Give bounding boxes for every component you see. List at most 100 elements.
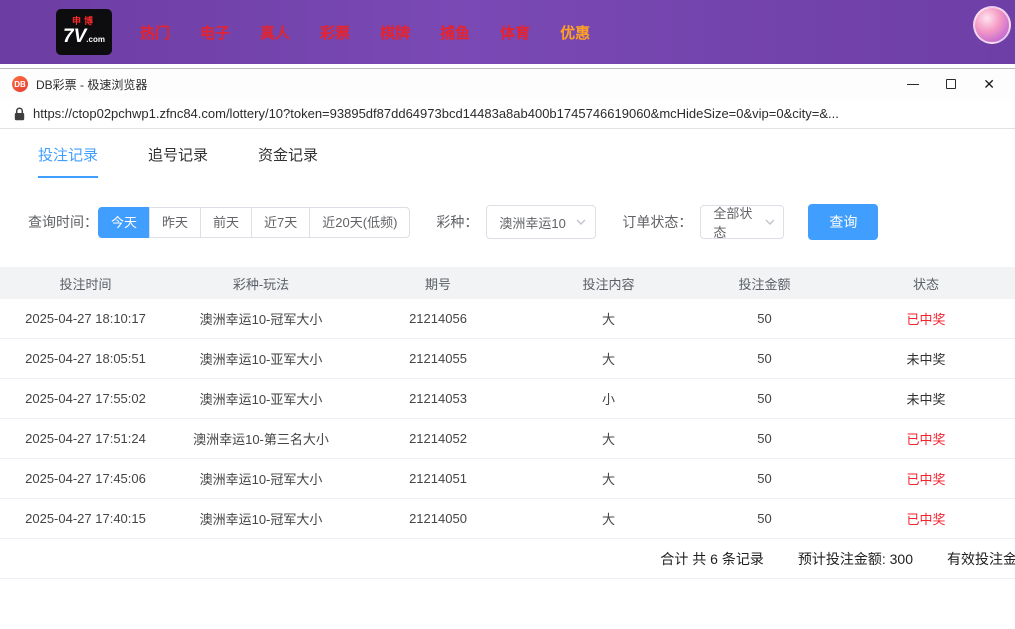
cell-amount: 50 xyxy=(757,431,772,446)
nav-item-board[interactable]: 棋牌 xyxy=(380,22,410,43)
col-header-time: 投注时间 xyxy=(59,276,112,292)
status-badge: 未中奖 xyxy=(906,352,946,367)
cell-game: 澳洲幸运10-亚军大小 xyxy=(199,392,323,407)
tab-bet-records[interactable]: 投注记录 xyxy=(38,144,99,178)
chevron-down-icon xyxy=(576,219,586,225)
order-status-label: 订单状态： xyxy=(622,214,693,230)
browser-window: DB DB彩票 - 极速浏览器 ✕ https://ctop02pchwp1.z… xyxy=(0,68,1015,629)
col-header-issue: 期号 xyxy=(424,276,451,292)
search-button[interactable]: 查询 xyxy=(808,204,879,240)
minimize-button[interactable] xyxy=(907,77,920,91)
tab-fund-records[interactable]: 资金记录 xyxy=(258,144,318,178)
time-filter-yesterday[interactable]: 昨天 xyxy=(149,206,202,238)
url-bar[interactable]: https://ctop02pchwp1.zfnc84.com/lottery/… xyxy=(0,99,1015,129)
cell-content: 大 xyxy=(601,472,615,487)
bet-records-table: 投注时间 彩种-玩法 期号 投注内容 投注金额 状态 2025-04-27 18… xyxy=(0,267,1015,579)
time-filter-group: 今天 昨天 前天 近7天 近20天(低频) xyxy=(98,206,411,238)
window-controls: ✕ xyxy=(907,77,1003,91)
summary-valid-amount: 有效投注金 xyxy=(947,550,1015,567)
cell-amount: 50 xyxy=(757,311,772,326)
url-text[interactable]: https://ctop02pchwp1.zfnc84.com/lottery/… xyxy=(33,106,839,121)
status-badge: 已中奖 xyxy=(906,512,946,527)
cell-game: 澳洲幸运10-冠军大小 xyxy=(199,472,323,487)
table-row: 2025-04-27 17:40:15 澳洲幸运10-冠军大小 21214050… xyxy=(0,499,1015,539)
browser-app-icon: DB xyxy=(12,76,28,92)
cell-content: 小 xyxy=(601,392,615,407)
col-header-amount: 投注金额 xyxy=(738,276,791,292)
cell-time: 2025-04-27 17:40:15 xyxy=(25,511,146,526)
cell-time: 2025-04-27 17:51:24 xyxy=(25,431,146,446)
logo-text-main: 7V.com xyxy=(63,26,105,47)
time-filter-last-7-days[interactable]: 近7天 xyxy=(251,206,311,238)
table-row: 2025-04-27 18:05:51 澳洲幸运10-亚军大小 21214055… xyxy=(0,339,1015,379)
window-title: DB彩票 - 极速浏览器 xyxy=(36,77,148,92)
chevron-down-icon xyxy=(765,219,774,225)
nav-item-lottery[interactable]: 彩票 xyxy=(320,22,350,43)
status-badge: 已中奖 xyxy=(906,472,946,487)
table-summary-row: 合计 共 6 条记录 预计投注金额: 300 有效投注金 xyxy=(0,539,1015,579)
cell-time: 2025-04-27 17:45:06 xyxy=(25,471,146,486)
status-badge: 已中奖 xyxy=(906,312,946,327)
maximize-button[interactable] xyxy=(946,77,957,91)
cell-amount: 50 xyxy=(757,351,772,366)
cell-issue: 21214051 xyxy=(409,471,467,486)
time-filter-day-before[interactable]: 前天 xyxy=(200,206,253,238)
nav-item-electronic[interactable]: 电子 xyxy=(200,22,230,43)
cell-time: 2025-04-27 18:10:17 xyxy=(25,311,146,326)
filter-bar: 查询时间： 今天 昨天 前天 近7天 近20天(低频) 彩种： 澳洲幸运10 订… xyxy=(28,204,1015,240)
user-avatar[interactable] xyxy=(973,6,1011,44)
order-status-value: 全部状态 xyxy=(713,206,753,240)
cell-amount: 50 xyxy=(757,471,772,486)
table-header-row: 投注时间 彩种-玩法 期号 投注内容 投注金额 状态 xyxy=(0,267,1015,299)
nav-item-hot[interactable]: 热门 xyxy=(140,22,170,43)
cell-issue: 21214056 xyxy=(409,311,467,326)
cell-content: 大 xyxy=(601,352,615,367)
cell-game: 澳洲幸运10-第三名大小 xyxy=(193,432,329,447)
summary-expected-amount: 预计投注金额: 300 xyxy=(797,550,913,567)
window-titlebar[interactable]: DB DB彩票 - 极速浏览器 ✕ xyxy=(0,69,1015,99)
lottery-select-label: 彩种： xyxy=(436,214,479,230)
time-filter-last-20-days[interactable]: 近20天(低频) xyxy=(309,206,411,238)
status-badge: 已中奖 xyxy=(906,432,946,447)
lock-icon xyxy=(14,107,25,120)
time-filter-today[interactable]: 今天 xyxy=(98,206,151,238)
summary-total-records: 合计 共 6 条记录 xyxy=(660,550,764,567)
col-header-game: 彩种-玩法 xyxy=(232,276,290,292)
tab-chase-records[interactable]: 追号记录 xyxy=(148,144,208,178)
nav-item-live[interactable]: 真人 xyxy=(260,22,290,43)
table-row: 2025-04-27 17:55:02 澳洲幸运10-亚军大小 21214053… xyxy=(0,379,1015,419)
nav-item-fishing[interactable]: 捕鱼 xyxy=(440,22,470,43)
col-header-content: 投注内容 xyxy=(582,276,635,292)
table-row: 2025-04-27 17:45:06 澳洲幸运10-冠军大小 21214051… xyxy=(0,459,1015,499)
record-tabs: 投注记录 追号记录 资金记录 xyxy=(0,129,1015,178)
time-filter-label: 查询时间： xyxy=(28,214,98,230)
order-status-select[interactable]: 全部状态 xyxy=(700,205,785,240)
cell-content: 大 xyxy=(601,312,615,327)
cell-amount: 50 xyxy=(757,391,772,406)
col-header-status: 状态 xyxy=(912,276,939,292)
lottery-select[interactable]: 澳洲幸运10 xyxy=(486,205,597,239)
nav-item-promotions[interactable]: 优惠 xyxy=(560,22,590,43)
lottery-select-value: 澳洲幸运10 xyxy=(499,215,566,231)
table-row: 2025-04-27 18:10:17 澳洲幸运10-冠军大小 21214056… xyxy=(0,299,1015,339)
cell-issue: 21214050 xyxy=(409,511,467,526)
cell-issue: 21214053 xyxy=(409,391,467,406)
site-logo[interactable]: 申博 7V.com xyxy=(56,9,112,55)
cell-game: 澳洲幸运10-冠军大小 xyxy=(199,312,323,327)
cell-game: 澳洲幸运10-冠军大小 xyxy=(199,512,323,527)
cell-time: 2025-04-27 17:55:02 xyxy=(25,391,146,406)
status-badge: 未中奖 xyxy=(906,392,946,407)
nav-item-sports[interactable]: 体育 xyxy=(500,22,530,43)
site-topbar: 申博 7V.com 热门 电子 真人 彩票 棋牌 捕鱼 体育 优惠 xyxy=(0,0,1015,64)
close-button[interactable]: ✕ xyxy=(983,77,995,91)
cell-content: 大 xyxy=(601,432,615,447)
cell-time: 2025-04-27 18:05:51 xyxy=(25,351,146,366)
cell-game: 澳洲幸运10-亚军大小 xyxy=(199,352,323,367)
table-row: 2025-04-27 17:51:24 澳洲幸运10-第三名大小 2121405… xyxy=(0,419,1015,459)
top-navigation: 热门 电子 真人 彩票 棋牌 捕鱼 体育 优惠 xyxy=(140,22,590,43)
maximize-icon xyxy=(946,79,957,89)
cell-issue: 21214052 xyxy=(409,431,467,446)
minimize-icon xyxy=(907,83,920,85)
cell-content: 大 xyxy=(601,512,615,527)
cell-amount: 50 xyxy=(757,511,772,526)
